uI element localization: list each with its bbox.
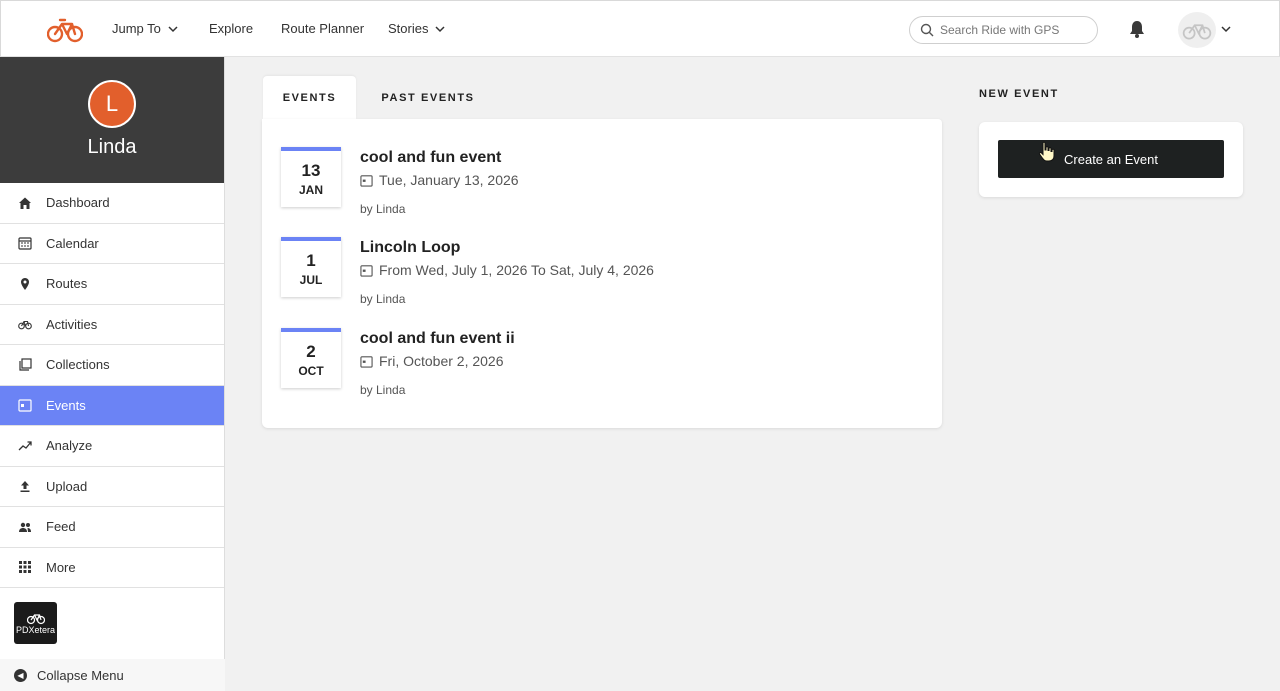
event-organizer: by Linda <box>360 202 406 216</box>
event-organizer: by Linda <box>360 292 406 306</box>
event-date: Tue, January 13, 2026 <box>360 172 519 188</box>
event-item[interactable]: 13 JAN cool and fun event Tue, January 1… <box>281 147 921 227</box>
event-date-badge: 13 JAN <box>281 147 341 207</box>
sidebar-item-label: Upload <box>46 478 88 494</box>
home-icon <box>19 197 31 209</box>
sidebar-item-dashboard[interactable]: Dashboard <box>0 183 224 224</box>
create-event-button[interactable]: Create an Event <box>998 140 1224 178</box>
event-item[interactable]: 2 OCT cool and fun event ii Fri, October… <box>281 328 921 408</box>
event-day: 13 <box>301 161 321 180</box>
sidebar-item-label: More <box>46 559 76 575</box>
sidebar-item-label: Analyze <box>46 438 93 454</box>
calendar-icon <box>360 174 373 187</box>
bike-icon <box>26 614 45 625</box>
chevron-down-icon <box>168 25 178 32</box>
grid-icon <box>19 561 31 574</box>
calendar-icon <box>18 237 32 250</box>
event-month: OCT <box>298 364 324 378</box>
event-organizer: by Linda <box>360 383 406 397</box>
chevron-left-icon: ◀ <box>14 668 27 682</box>
event-title[interactable]: cool and fun event ii <box>360 330 515 348</box>
bike-icon <box>18 321 32 330</box>
search-box[interactable] <box>909 16 1098 44</box>
sidebar-item-label: Collections <box>46 357 110 373</box>
hand-cursor-icon <box>1038 141 1055 162</box>
sidebar-item-label: Feed <box>46 519 76 535</box>
explore-link[interactable]: Explore <box>209 21 253 36</box>
event-date-text: From Wed, July 1, 2026 To Sat, July 4, 2… <box>379 262 654 278</box>
profile-avatar[interactable]: L <box>88 80 136 128</box>
people-icon <box>19 522 31 532</box>
event-date: Fri, October 2, 2026 <box>360 353 504 369</box>
sidebar-item-feed[interactable]: Feed <box>0 507 224 548</box>
event-day: 2 <box>306 342 316 361</box>
collapse-menu-label: Collapse Menu <box>37 667 124 683</box>
calendar-icon <box>360 264 373 277</box>
sidebar-item-analyze[interactable]: Analyze <box>0 426 224 467</box>
event-title[interactable]: cool and fun event <box>360 149 501 167</box>
profile-header: L Linda <box>0 57 224 183</box>
club-name: PDXetera <box>15 625 56 635</box>
stories-menu[interactable]: Stories <box>388 21 446 36</box>
sidebar-item-calendar[interactable]: Calendar <box>0 224 224 264</box>
event-title[interactable]: Lincoln Loop <box>360 239 460 257</box>
collections-icon <box>19 358 32 371</box>
notification-bell-icon[interactable] <box>1127 19 1147 39</box>
search-icon <box>920 23 934 37</box>
search-input[interactable] <box>940 23 1090 37</box>
sidebar-item-upload[interactable]: Upload <box>0 467 224 507</box>
top-navigation: Jump To Explore Route Planner Stories <box>0 0 1280 57</box>
trending-up-icon <box>18 441 32 451</box>
chevron-down-icon <box>435 25 445 32</box>
profile-name[interactable]: Linda <box>88 136 137 159</box>
jump-to-menu[interactable]: Jump To <box>112 21 179 36</box>
sidebar-item-label: Events <box>46 397 86 413</box>
events-list: 13 JAN cool and fun event Tue, January 1… <box>262 119 942 428</box>
tab-events[interactable]: EVENTS <box>263 76 356 119</box>
club-logo[interactable]: PDXetera <box>14 602 57 644</box>
sidebar-item-routes[interactable]: Routes <box>0 264 224 305</box>
new-event-heading: NEW EVENT <box>979 88 1059 100</box>
sidebar-item-events[interactable]: Events <box>0 385 224 426</box>
calendar-icon <box>360 355 373 368</box>
event-day: 1 <box>306 251 316 270</box>
sidebar-item-label: Routes <box>46 276 88 292</box>
event-date-badge: 1 JUL <box>281 237 341 297</box>
bike-icon <box>1182 24 1212 40</box>
event-item[interactable]: 1 JUL Lincoln Loop From Wed, July 1, 202… <box>281 237 921 317</box>
sidebar-item-activities[interactable]: Activities <box>0 305 224 345</box>
bike-logo-icon[interactable] <box>47 16 83 44</box>
tab-past-events[interactable]: PAST EVENTS <box>366 76 490 119</box>
stories-label: Stories <box>388 21 429 36</box>
route-planner-link[interactable]: Route Planner <box>281 21 364 36</box>
event-month: JAN <box>298 183 323 197</box>
event-date-badge: 2 OCT <box>281 328 341 388</box>
upload-icon <box>20 481 30 493</box>
event-date-text: Fri, October 2, 2026 <box>379 353 504 369</box>
event-date-text: Tue, January 13, 2026 <box>379 172 519 188</box>
collapse-menu-button[interactable]: ◀ Collapse Menu <box>0 659 225 691</box>
sidebar-item-more[interactable]: More <box>0 548 224 588</box>
sidebar-item-collections[interactable]: Collections <box>0 345 224 386</box>
event-icon <box>18 399 32 412</box>
event-date: From Wed, July 1, 2026 To Sat, July 4, 2… <box>360 262 654 278</box>
user-avatar[interactable] <box>1178 12 1216 48</box>
jump-to-label: Jump To <box>112 21 161 36</box>
sidebar-item-label: Activities <box>46 316 98 332</box>
map-pin-icon <box>21 277 29 290</box>
sidebar-item-label: Calendar <box>46 235 99 251</box>
event-month: JUL <box>299 273 323 287</box>
sidebar-item-label: Dashboard <box>46 195 110 211</box>
sidebar: L Linda Dashboard Calendar Routes Activi… <box>0 57 225 691</box>
chevron-down-icon[interactable] <box>1220 23 1232 35</box>
new-event-card: Create an Event <box>979 122 1243 197</box>
